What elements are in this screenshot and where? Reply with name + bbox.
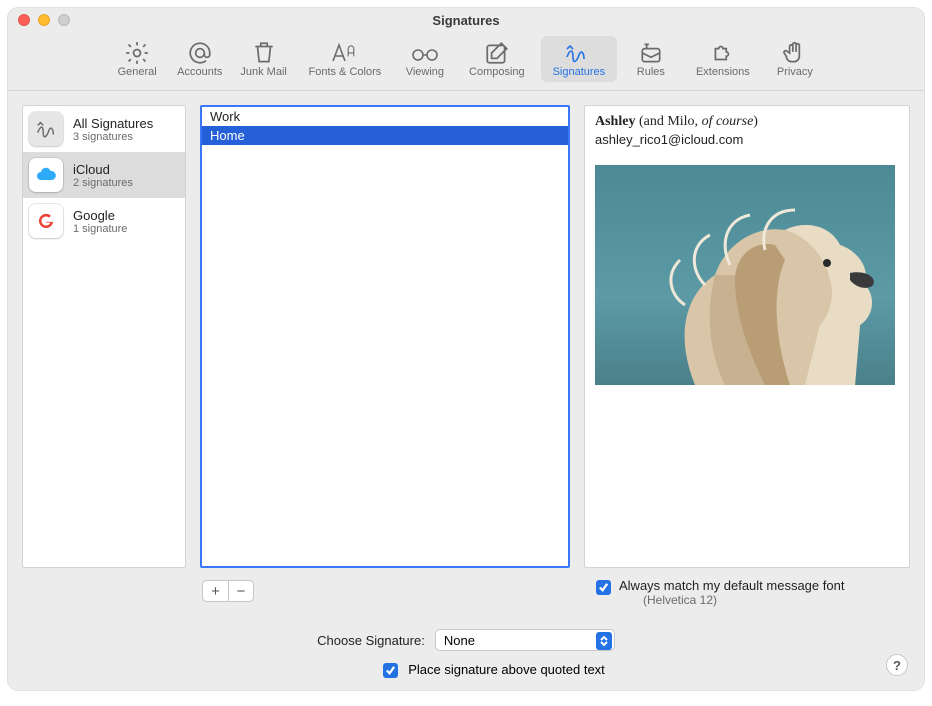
account-sub: 3 signatures [73, 131, 153, 143]
chevron-up-down-icon [596, 632, 612, 650]
help-button[interactable]: ? [886, 654, 908, 676]
tab-label: Junk Mail [240, 66, 286, 78]
tab-label: Rules [637, 66, 665, 78]
account-item-icloud[interactable]: iCloud 2 signatures [23, 152, 185, 198]
icloud-icon [29, 158, 63, 192]
tab-privacy[interactable]: Privacy [767, 36, 823, 82]
signature-icon [564, 40, 594, 66]
signature-item-work[interactable]: Work [202, 107, 568, 126]
tab-label: Fonts & Colors [308, 66, 381, 78]
tab-label: Accounts [177, 66, 222, 78]
compose-icon [484, 40, 510, 66]
hand-icon [782, 40, 808, 66]
preferences-toolbar: General Accounts Junk Mail Fonts & Color… [8, 32, 924, 91]
tab-accounts[interactable]: Accounts [171, 36, 228, 82]
gear-icon [124, 40, 150, 66]
signatures-list[interactable]: Work Home [200, 105, 570, 568]
account-title: All Signatures [73, 116, 153, 131]
choose-signature-select[interactable]: None [435, 629, 615, 651]
trash-icon [251, 40, 277, 66]
account-sub: 2 signatures [73, 177, 133, 189]
tab-rules[interactable]: Rules [623, 36, 679, 82]
dog-illustration [655, 185, 885, 385]
fonts-icon [330, 40, 360, 66]
tab-composing[interactable]: Composing [459, 36, 535, 82]
place-above-checkbox[interactable] [383, 663, 398, 678]
rules-icon [638, 40, 664, 66]
tab-general[interactable]: General [109, 36, 165, 82]
signature-item-home[interactable]: Home [202, 126, 568, 145]
account-title: Google [73, 208, 127, 223]
tab-viewing[interactable]: Viewing [397, 36, 453, 82]
titlebar: Signatures [8, 8, 924, 32]
google-icon [29, 204, 63, 238]
match-font-sub: (Helvetica 12) [643, 593, 844, 607]
choose-signature-label: Choose Signature: [317, 633, 425, 648]
choose-signature-row: Choose Signature: None [22, 629, 910, 651]
account-item-all[interactable]: All Signatures 3 signatures [23, 106, 185, 152]
panes: All Signatures 3 signatures iCloud 2 sig… [8, 91, 924, 574]
tab-label: Composing [469, 66, 525, 78]
signature-badge-icon [29, 112, 63, 146]
puzzle-icon [710, 40, 736, 66]
tab-signatures[interactable]: Signatures [541, 36, 617, 82]
tab-label: General [118, 66, 157, 78]
place-above-row: Place signature above quoted text [22, 661, 910, 678]
tab-label: Signatures [553, 66, 606, 78]
account-sub: 1 signature [73, 223, 127, 235]
match-font-label: Always match my default message font [619, 578, 844, 593]
tab-label: Privacy [777, 66, 813, 78]
accounts-list: All Signatures 3 signatures iCloud 2 sig… [22, 105, 186, 568]
content-area: All Signatures 3 signatures iCloud 2 sig… [8, 91, 924, 690]
window-title: Signatures [8, 13, 924, 28]
tab-fonts-colors[interactable]: Fonts & Colors [299, 36, 391, 82]
account-title: iCloud [73, 162, 133, 177]
preview-image [595, 165, 895, 385]
preview-email: ashley_rico1@icloud.com [595, 132, 899, 147]
account-item-google[interactable]: Google 1 signature [23, 198, 185, 244]
preview-name-line: Ashley (and Milo, of course) [595, 114, 899, 130]
tab-label: Viewing [406, 66, 444, 78]
tab-extensions[interactable]: Extensions [685, 36, 761, 82]
choose-signature-value: None [444, 633, 475, 648]
preferences-window: Signatures General Accounts Junk Mail Fo… [8, 8, 924, 690]
at-icon [187, 40, 213, 66]
preview-name-bold: Ashley [595, 114, 635, 129]
bottom-options: Choose Signature: None Place signature a… [8, 611, 924, 690]
match-font-option: Always match my default message font (He… [8, 578, 924, 611]
place-above-label: Place signature above quoted text [408, 662, 605, 677]
signature-preview[interactable]: Ashley (and Milo, of course) ashley_rico… [584, 105, 910, 568]
tab-label: Extensions [696, 66, 750, 78]
match-font-checkbox[interactable] [596, 580, 611, 595]
glasses-icon [410, 40, 440, 66]
tab-junk-mail[interactable]: Junk Mail [234, 36, 292, 82]
